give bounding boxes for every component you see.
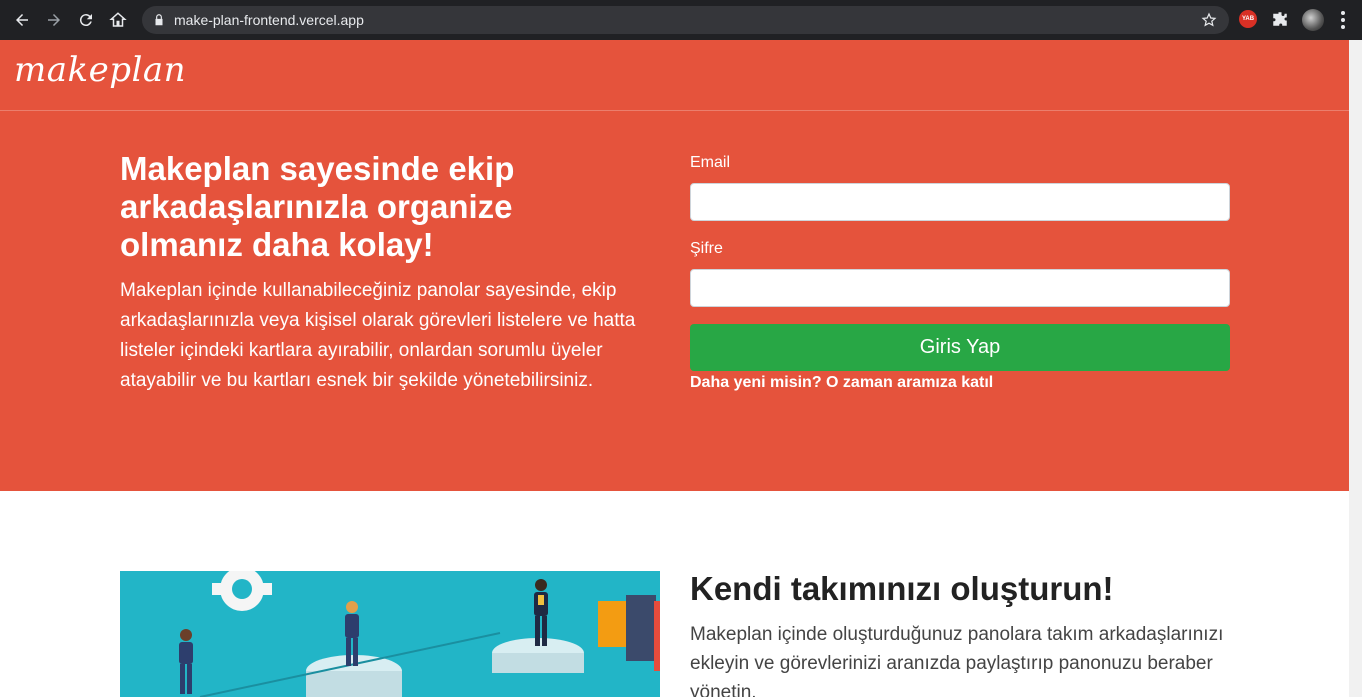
login-button[interactable]: Giris Yap (690, 324, 1230, 371)
forward-arrow-icon[interactable] (42, 8, 66, 32)
scrollbar[interactable] (1349, 40, 1362, 697)
email-label: Email (690, 154, 731, 171)
brand-logo[interactable]: makeplan (14, 50, 186, 90)
chart-block (654, 601, 660, 671)
back-arrow-icon[interactable] (10, 8, 34, 32)
address-bar[interactable]: make-plan-frontend.vercel.app (142, 6, 1229, 34)
feature-description: Makeplan içinde oluşturduğunuz panolara … (690, 624, 1224, 697)
hero-section: makeplan Makeplan sayesinde ekip arkadaş… (0, 40, 1349, 491)
home-icon[interactable] (106, 8, 130, 32)
profile-avatar[interactable] (1302, 9, 1324, 31)
puzzle-icon[interactable] (1271, 10, 1289, 28)
star-icon[interactable] (1201, 12, 1217, 28)
person-figure (534, 579, 548, 646)
url-text: make-plan-frontend.vercel.app (174, 12, 364, 28)
browser-toolbar: make-plan-frontend.vercel.app YAB (0, 0, 1362, 40)
gear-icon (212, 571, 272, 611)
hero-title: Makeplan sayesinde ekip arkadaşlarınızla… (120, 150, 515, 263)
feature-title: Kendi takımınızı oluşturun! (690, 570, 1114, 607)
kebab-menu-icon[interactable] (1338, 10, 1348, 30)
password-label: Şifre (690, 240, 723, 257)
reload-icon[interactable] (74, 8, 98, 32)
chart-block (626, 595, 656, 661)
page: makeplan Makeplan sayesinde ekip arkadaş… (0, 40, 1362, 697)
signup-link[interactable]: Daha yeni misin? O zaman aramıza katıl (690, 374, 993, 392)
navbar: makeplan (0, 40, 1349, 111)
hero-description: Makeplan içinde kullanabileceğiniz panol… (120, 280, 636, 391)
person-figure (179, 629, 193, 694)
email-field[interactable] (690, 183, 1230, 221)
chart-block (598, 601, 626, 647)
team-illustration (120, 571, 660, 697)
lock-icon (155, 14, 163, 26)
extension-badge[interactable]: YAB (1239, 10, 1257, 28)
password-field[interactable] (690, 269, 1230, 307)
